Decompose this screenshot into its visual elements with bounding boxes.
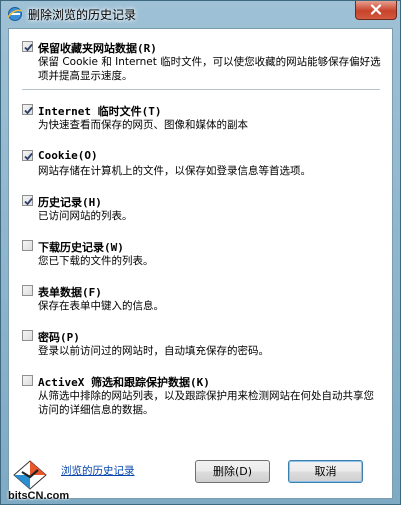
checkbox[interactable] bbox=[22, 240, 33, 251]
checkmark-icon bbox=[24, 197, 33, 206]
option-label: 历史记录(H) bbox=[38, 196, 102, 209]
option-label: Cookie(O) bbox=[38, 149, 98, 162]
option-description: 保存在表单中键入的信息。 bbox=[38, 300, 164, 312]
option-description: 从筛选中排除的网站列表，以及跟踪保护用来检测网站在何处自动共享您访问的详细信息的… bbox=[38, 390, 374, 416]
option-label: 密码(P) bbox=[38, 331, 80, 344]
option-description: 您已下载的文件的列表。 bbox=[38, 255, 154, 267]
option-description: 网站存储在计算机上的文件，以保存如登录信息等首选项。 bbox=[38, 165, 311, 177]
option-label: 保留收藏夹网站数据(R) bbox=[38, 42, 157, 55]
checkbox[interactable] bbox=[22, 104, 33, 115]
checkmark-icon bbox=[24, 152, 33, 161]
internet-explorer-icon bbox=[7, 7, 23, 21]
window-title: 删除浏览的历史记录 bbox=[28, 8, 137, 22]
checkmark-icon bbox=[24, 43, 33, 52]
option-label: 表单数据(F) bbox=[38, 286, 102, 299]
option-description: 保留 Cookie 和 Internet 临时文件，可以使您收藏的网站能够保存偏… bbox=[38, 56, 381, 82]
close-button[interactable] bbox=[355, 1, 397, 20]
checkbox[interactable] bbox=[22, 195, 33, 206]
title-bar[interactable]: 删除浏览的历史记录 bbox=[1, 1, 400, 27]
close-icon bbox=[370, 4, 382, 15]
option-label: Internet 临时文件(T) bbox=[38, 105, 162, 118]
cancel-button[interactable]: 取消 bbox=[288, 460, 363, 483]
watermark-logo-icon bbox=[13, 460, 47, 490]
checkbox[interactable] bbox=[22, 41, 33, 52]
option-description: 已访问网站的列表。 bbox=[38, 210, 133, 222]
delete-button[interactable]: 删除(D) bbox=[195, 460, 270, 483]
checkbox[interactable] bbox=[22, 150, 33, 161]
browsing-history-link[interactable]: 浏览的历史记录 bbox=[61, 463, 135, 478]
checkmark-icon bbox=[24, 106, 33, 115]
divider bbox=[22, 89, 380, 90]
option-label: ActiveX 筛选和跟踪保护数据(K) bbox=[38, 376, 210, 389]
checkbox[interactable] bbox=[22, 330, 33, 341]
dialog-window: 删除浏览的历史记录 保留收藏夹网站数据(R) 保留 Cookie 和 Inter… bbox=[0, 0, 401, 505]
option-description: 为快速查看而保存的网页、图像和媒体的副本 bbox=[38, 119, 248, 131]
checkbox[interactable] bbox=[22, 375, 33, 386]
option-description: 登录以前访问过的网站时，自动填充保存的密码。 bbox=[38, 345, 269, 357]
option-label: 下载历史记录(W) bbox=[38, 241, 124, 254]
site-watermark: bitsCN.com bbox=[2, 459, 72, 505]
checkbox[interactable] bbox=[22, 285, 33, 296]
watermark-text: bitsCN.com bbox=[8, 490, 70, 502]
dialog-content: 保留收藏夹网站数据(R) 保留 Cookie 和 Internet 临时文件，可… bbox=[8, 28, 393, 499]
